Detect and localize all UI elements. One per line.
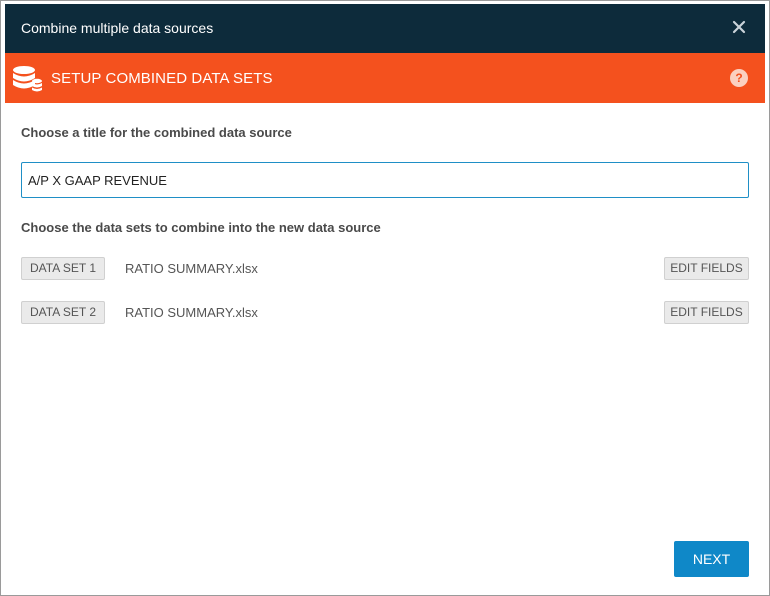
dataset-2-button[interactable]: DATA SET 2: [21, 301, 105, 324]
next-button[interactable]: NEXT: [674, 541, 749, 577]
database-icon: [11, 65, 43, 93]
edit-fields-button-2[interactable]: EDIT FIELDS: [664, 301, 749, 324]
section-banner: SETUP COMBINED DATA SETS ?: [5, 53, 765, 103]
title-input[interactable]: [21, 162, 749, 198]
dialog-title: Combine multiple data sources: [21, 20, 214, 36]
combine-data-sources-dialog: Combine multiple data sources SETUP COMB…: [0, 0, 770, 596]
dataset-1-button[interactable]: DATA SET 1: [21, 257, 105, 280]
banner-heading: SETUP COMBINED DATA SETS: [51, 70, 273, 87]
dataset-2-filename: RATIO SUMMARY.xlsx: [125, 305, 258, 320]
dataset-row: DATA SET 2 RATIO SUMMARY.xlsx EDIT FIELD…: [21, 301, 749, 325]
dialog-titlebar: Combine multiple data sources: [5, 4, 765, 53]
dataset-1-filename: RATIO SUMMARY.xlsx: [125, 261, 258, 276]
title-field-label: Choose a title for the combined data sou…: [21, 125, 292, 140]
help-icon[interactable]: ?: [730, 69, 748, 87]
dataset-row: DATA SET 1 RATIO SUMMARY.xlsx EDIT FIELD…: [21, 257, 749, 281]
datasets-label: Choose the data sets to combine into the…: [21, 220, 381, 235]
close-icon[interactable]: [729, 17, 749, 37]
edit-fields-button-1[interactable]: EDIT FIELDS: [664, 257, 749, 280]
